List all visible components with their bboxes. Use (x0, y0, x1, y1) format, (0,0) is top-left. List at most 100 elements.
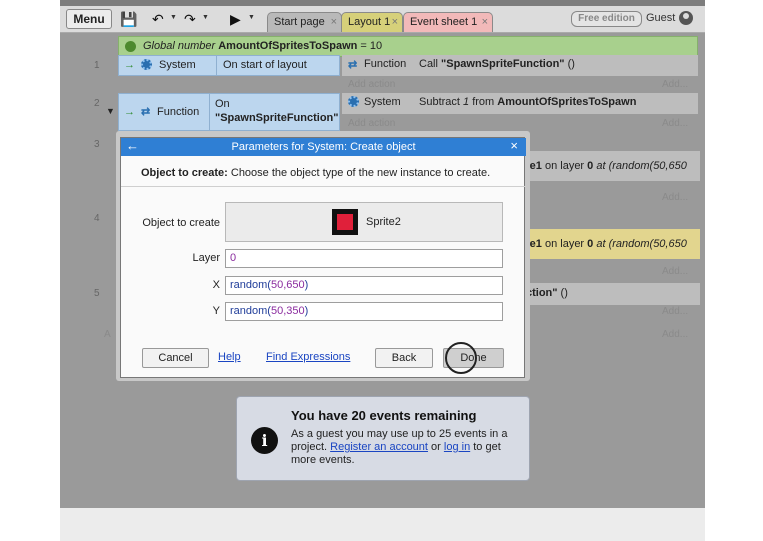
add-link[interactable]: Add... (662, 79, 688, 90)
dialog-description: Object to create: Choose the object type… (141, 167, 490, 179)
register-link[interactable]: Register an account (330, 441, 428, 453)
divider (216, 55, 217, 76)
help-link[interactable]: Help (218, 351, 241, 363)
x-field[interactable]: random(50,650) (225, 276, 503, 295)
y-label: Y (212, 305, 220, 317)
find-expressions-link[interactable]: Find Expressions (266, 351, 350, 363)
function-icon: ⇄ (348, 59, 358, 71)
cancel-button[interactable]: Cancel (142, 348, 209, 368)
action-text-mid: on layer (541, 238, 588, 250)
tab-label: Event sheet 1 (410, 16, 478, 28)
action-block[interactable]: ction" () (524, 283, 700, 305)
info-icon: i (251, 427, 278, 454)
divider (209, 93, 210, 131)
description-bold: Object to create: (141, 167, 228, 179)
tab-event-sheet-1[interactable]: Event sheet 1 × (403, 12, 493, 32)
add-action-link[interactable]: Add action (348, 79, 395, 90)
login-link[interactable]: log in (444, 441, 470, 453)
action-text: Subtract 1 from AmountOfSpritesToSpawn (419, 96, 636, 108)
action-text-bold: "SpawnSpriteFunction" (441, 58, 565, 70)
notice-text: or (427, 441, 444, 453)
action-object: Function (364, 58, 407, 70)
y-args: 50,350 (270, 305, 305, 317)
condition-block[interactable]: → System On start of layout (118, 55, 340, 76)
action-block[interactable]: ⇄ Function Call "SpawnSpriteFunction" () (342, 55, 698, 76)
action-text: Call "SpawnSpriteFunction" () (419, 58, 575, 70)
back-arrow-icon[interactable]: ← (126, 138, 139, 153)
layer-field[interactable]: 0 (225, 249, 503, 268)
save-icon[interactable]: 💾 (120, 10, 137, 28)
tab-layout-1[interactable]: Layout 1 × (341, 12, 403, 32)
dialog-title: Parameters for System: Create object (121, 138, 526, 156)
x-label: X (212, 279, 220, 291)
system-gear-icon (141, 59, 152, 70)
add-link[interactable]: Add... (662, 266, 688, 277)
menu-button[interactable]: Menu (66, 9, 112, 29)
object-label: Object to create (142, 217, 220, 229)
action-text-mid: on layer (541, 160, 588, 172)
y-field[interactable]: random(50,350) (225, 302, 503, 321)
action-block[interactable]: te1 on layer 0 at (random(50,650 (524, 151, 700, 181)
object-picker[interactable]: Sprite2 (225, 202, 503, 242)
event-number: 1 (94, 60, 100, 71)
sprite-thumbnail-icon (332, 209, 358, 235)
action-object: System (364, 96, 401, 108)
tab-label: Start page (274, 16, 325, 28)
collapse-arrow-icon[interactable]: ▼ (106, 106, 115, 116)
event-number: 5 (94, 288, 100, 299)
close-icon[interactable]: × (392, 13, 398, 32)
event-number: 4 (94, 213, 100, 224)
close-icon[interactable]: × (510, 138, 518, 153)
close-icon[interactable]: × (331, 13, 337, 32)
action-text-prefix: Subtract (419, 96, 464, 108)
app-window: Menu 💾 ↶ ▼ ↷ ▼ ▶ ▼ Start page × Layout 1… (60, 0, 705, 508)
play-icon[interactable]: ▶ (230, 10, 241, 28)
object-name: Sprite2 (366, 216, 401, 228)
action-block[interactable]: System Subtract 1 from AmountOfSpritesTo… (342, 93, 698, 114)
arrow-icon: → (124, 106, 135, 118)
x-args: 50,650 (270, 279, 305, 291)
notice-body: As a guest you may use up to 25 events i… (291, 428, 521, 467)
add-event-link[interactable]: A (104, 329, 111, 340)
action-block-selected[interactable]: te1 on layer 0 at (random(50,650 (520, 229, 700, 259)
undo-icon[interactable]: ↶ (152, 10, 164, 28)
description-text: Choose the object type of the new instan… (227, 167, 491, 179)
action-text: ction" () (526, 287, 568, 299)
user-label[interactable]: Guest (646, 12, 675, 24)
add-link[interactable]: Add... (662, 118, 688, 129)
tab-start-page[interactable]: Start page × (267, 12, 342, 32)
condition-block[interactable]: → ⇄ Function On "SpawnSpriteFunction" (118, 93, 340, 131)
global-variable-row[interactable]: Global number AmountOfSpritesToSpawn = 1… (118, 36, 698, 57)
redo-icon[interactable]: ↷ (184, 10, 196, 28)
redo-dropdown-icon[interactable]: ▼ (202, 14, 209, 21)
add-link[interactable]: Add... (662, 306, 688, 317)
undo-dropdown-icon[interactable]: ▼ (170, 14, 177, 21)
arrow-icon: → (124, 59, 135, 71)
y-function: random( (230, 305, 271, 317)
condition-text-line1: On (215, 98, 230, 110)
condition-object: System (159, 59, 196, 71)
play-dropdown-icon[interactable]: ▼ (248, 14, 255, 21)
cursor-click-indicator (445, 342, 477, 374)
notice-title: You have 20 events remaining (291, 408, 477, 423)
event-number: 3 (94, 139, 100, 150)
layer-label: Layer (192, 252, 220, 264)
add-action-link[interactable]: Add action (348, 118, 395, 129)
global-var-name: AmountOfSpritesToSpawn (218, 40, 358, 52)
back-button[interactable]: Back (375, 348, 433, 368)
edition-badge[interactable]: Free edition (571, 11, 642, 27)
globe-icon (125, 41, 136, 52)
user-icon[interactable] (679, 11, 693, 25)
tab-label: Layout 1 (348, 16, 391, 28)
condition-text: On start of layout (223, 59, 307, 71)
action-text: te1 on layer 0 at (random(50,650 (526, 238, 687, 250)
action-text-bold: AmountOfSpritesToSpawn (497, 96, 637, 108)
event-number: 2 (94, 98, 100, 109)
action-text-end: at (random(50,650 (593, 238, 687, 250)
close-icon[interactable]: × (482, 13, 488, 32)
add-link[interactable]: Add... (662, 329, 688, 340)
action-text-end: at (random(50,650 (593, 160, 687, 172)
add-link[interactable]: Add... (662, 192, 688, 203)
divider (121, 186, 526, 187)
toolbar: Menu 💾 ↶ ▼ ↷ ▼ ▶ ▼ Start page × Layout 1… (60, 6, 705, 33)
